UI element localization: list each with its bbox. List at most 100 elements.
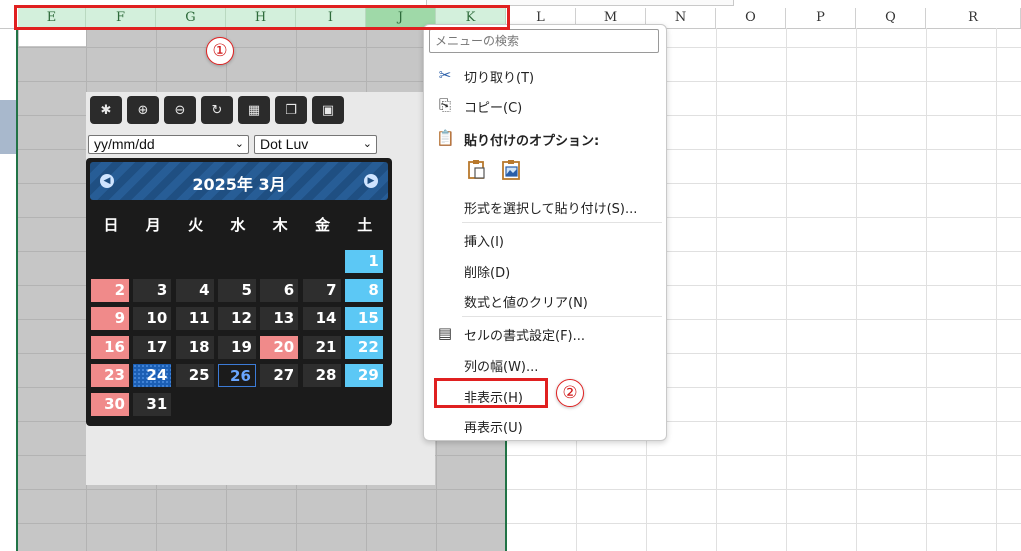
- calendar-day[interactable]: 15: [344, 307, 383, 330]
- copy-icon: ⎘: [438, 96, 451, 114]
- paste-options-label: 貼り付けのオプション:: [464, 134, 600, 149]
- highlight-box-columns: [14, 5, 510, 30]
- calendar-day[interactable]: 19: [217, 335, 256, 359]
- calendar-day[interactable]: 7: [302, 278, 341, 302]
- row-header-selected: [0, 100, 17, 154]
- calendar-day[interactable]: 16: [91, 335, 129, 359]
- menu-item-column-width-label: 列の幅(W)...: [464, 360, 539, 375]
- menu-paste-options-heading: 📋 貼り付けのオプション:: [424, 123, 666, 153]
- gear-icon[interactable]: ✱: [90, 96, 122, 124]
- menu-item-unhide-label: 再表示(U): [464, 421, 523, 436]
- menu-item-column-width[interactable]: 列の幅(W)...: [424, 349, 666, 379]
- calendar-day[interactable]: 20: [260, 335, 299, 359]
- menu-item-cut-label: 切り取り(T): [464, 71, 535, 86]
- calendar-day[interactable]: 2: [91, 278, 129, 302]
- theme-value: Dot Luv: [260, 136, 309, 152]
- scissors-icon: ✂: [438, 66, 452, 84]
- menu-item-insert-label: 挿入(I): [464, 235, 504, 250]
- menu-item-delete[interactable]: 削除(D): [424, 255, 666, 285]
- next-month-icon[interactable]: ▶: [364, 174, 378, 188]
- calendar-day[interactable]: 21: [302, 335, 341, 359]
- calendar-day[interactable]: 12: [217, 307, 256, 330]
- menu-item-delete-label: 削除(D): [464, 266, 511, 281]
- date-format-select[interactable]: yy/mm/dd ⌄: [88, 135, 249, 154]
- zoom-in-icon[interactable]: ⊕: [127, 96, 159, 124]
- calendar-widget: ✱ ⊕ ⊖ ↻ ▦ ❐ ▣ yy/mm/dd ⌄ Dot Luv ⌄ ◀ 2025年 3月 …: [86, 92, 435, 485]
- chevron-down-icon: ⌄: [362, 138, 372, 150]
- zoom-out-icon[interactable]: ⊖: [164, 96, 196, 124]
- date-format-value: yy/mm/dd: [94, 136, 155, 152]
- paste-picture-icon[interactable]: [500, 158, 522, 180]
- calendar-day[interactable]: 29: [344, 364, 383, 387]
- active-cell[interactable]: [19, 29, 86, 46]
- calendar: ◀ 2025年 3月 ▶ 日月火水木金土 1 2 3 4 5 6 7 8 9 10 11 12 13 14…: [86, 158, 392, 426]
- calendar-title: 2025年 3月: [192, 175, 286, 194]
- calendar-day[interactable]: 25: [175, 364, 214, 387]
- column-header-q[interactable]: Q: [856, 8, 926, 28]
- menu-item-format-cells[interactable]: ▤ セルの書式設定(F)...: [424, 318, 666, 348]
- clipboard-icon: 📋: [436, 129, 455, 147]
- weekday-label: 金: [314, 216, 330, 234]
- menu-item-paste-special[interactable]: 形式を選択して貼り付け(S)...: [424, 191, 666, 221]
- grid-line: [926, 28, 927, 551]
- menu-item-format-cells-label: セルの書式設定(F)...: [464, 329, 586, 344]
- calendar-day[interactable]: 27: [260, 364, 299, 387]
- grid-line: [18, 523, 506, 524]
- calendar-day[interactable]: 22: [344, 335, 383, 359]
- menu-item-insert[interactable]: 挿入(I): [424, 224, 666, 254]
- weekday-label: 木: [272, 216, 288, 234]
- grid-icon[interactable]: ▦: [238, 96, 270, 124]
- weekday-label: 水: [230, 216, 246, 234]
- weekday-label: 土: [357, 216, 373, 234]
- calendar-day[interactable]: 14: [302, 307, 341, 330]
- calendar-day[interactable]: 23: [91, 364, 129, 387]
- calendar-day[interactable]: 4: [175, 278, 214, 302]
- calendar-day[interactable]: 1: [344, 250, 383, 273]
- calendar-day[interactable]: 24: [133, 364, 172, 387]
- copy-icon[interactable]: ❐: [275, 96, 307, 124]
- calendar-day[interactable]: 26: [217, 364, 256, 387]
- column-header-p[interactable]: P: [786, 8, 856, 28]
- weekday-label: 月: [145, 216, 161, 234]
- calendar-day[interactable]: 31: [133, 392, 172, 416]
- refresh-icon[interactable]: ↻: [201, 96, 233, 124]
- menu-item-clear-label: 数式と値のクリア(N): [464, 296, 588, 311]
- calendar-day[interactable]: 10: [133, 307, 172, 330]
- menu-separator: [462, 316, 662, 317]
- menu-item-unhide[interactable]: 再表示(U): [424, 410, 666, 440]
- menu-item-copy[interactable]: ⎘ コピー(C): [424, 90, 666, 120]
- calendar-day[interactable]: 3: [133, 278, 172, 302]
- format-cells-icon: ▤: [437, 324, 453, 342]
- paste-icon[interactable]: [466, 158, 488, 180]
- weekday-label: 日: [103, 216, 119, 234]
- calendar-day[interactable]: 11: [175, 307, 214, 330]
- calendar-day[interactable]: 9: [91, 307, 129, 330]
- column-header-o[interactable]: O: [716, 8, 786, 28]
- calendar-day[interactable]: 17: [133, 335, 172, 359]
- grid-line: [18, 489, 506, 490]
- menu-item-cut[interactable]: ✂ 切り取り(T): [424, 60, 666, 90]
- window-icon[interactable]: ▣: [312, 96, 344, 124]
- menu-separator: [462, 222, 662, 223]
- grid-line: [856, 28, 857, 551]
- calendar-day[interactable]: 18: [175, 335, 214, 359]
- chevron-down-icon: ⌄: [234, 138, 244, 150]
- calendar-day[interactable]: 6: [260, 278, 299, 302]
- menu-item-copy-label: コピー(C): [464, 101, 523, 116]
- step-badge-1: ①: [206, 37, 234, 65]
- calendar-day[interactable]: 28: [302, 364, 341, 387]
- menu-search-input[interactable]: メニューの検索: [429, 29, 659, 53]
- calendar-day[interactable]: 5: [217, 278, 256, 302]
- theme-select[interactable]: Dot Luv ⌄: [254, 135, 377, 154]
- menu-item-paste-special-label: 形式を選択して貼り付け(S)...: [464, 202, 638, 217]
- menu-item-clear[interactable]: 数式と値のクリア(N): [424, 285, 666, 315]
- calendar-header: ◀ 2025年 3月 ▶: [90, 162, 388, 200]
- weekday-label: 火: [188, 216, 204, 234]
- calendar-day[interactable]: 30: [91, 392, 129, 416]
- step-badge-2: ②: [556, 379, 584, 407]
- column-header-r[interactable]: R: [926, 8, 1021, 28]
- grid-line: [716, 28, 717, 551]
- calendar-day[interactable]: 8: [344, 278, 383, 302]
- selection-border-left: [16, 28, 18, 551]
- calendar-day[interactable]: 13: [260, 307, 299, 330]
